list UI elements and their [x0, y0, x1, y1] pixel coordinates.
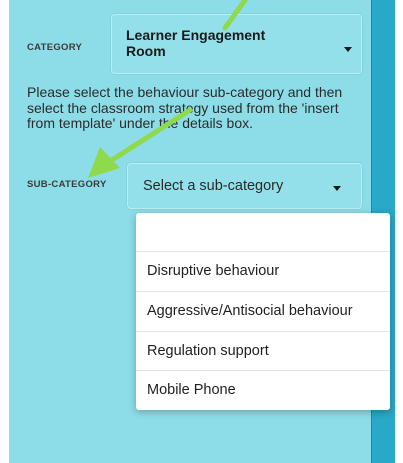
dropdown-option-aggressive[interactable]: Aggressive/Antisocial behaviour [136, 291, 390, 331]
dropdown-option-mobile-phone[interactable]: Mobile Phone [136, 370, 390, 410]
chevron-down-icon [333, 186, 341, 191]
category-selected-value: Learner Engagement Room [126, 27, 266, 59]
dropdown-option-disruptive[interactable]: Disruptive behaviour [136, 251, 390, 291]
category-label: CATEGORY [27, 42, 83, 53]
help-text: Please select the behaviour sub-category… [27, 84, 343, 131]
dropdown-option-empty[interactable] [136, 213, 390, 253]
sub-category-select[interactable]: Select a sub-category [127, 163, 362, 209]
sub-category-placeholder: Select a sub-category [143, 178, 284, 194]
chevron-down-icon [344, 47, 352, 52]
sub-category-dropdown: Disruptive behaviour Aggressive/Antisoci… [136, 213, 390, 410]
dropdown-option-regulation[interactable]: Regulation support [136, 331, 390, 371]
sub-category-label: SUB-CATEGORY [27, 179, 107, 190]
category-select[interactable]: Learner Engagement Room [111, 14, 362, 74]
